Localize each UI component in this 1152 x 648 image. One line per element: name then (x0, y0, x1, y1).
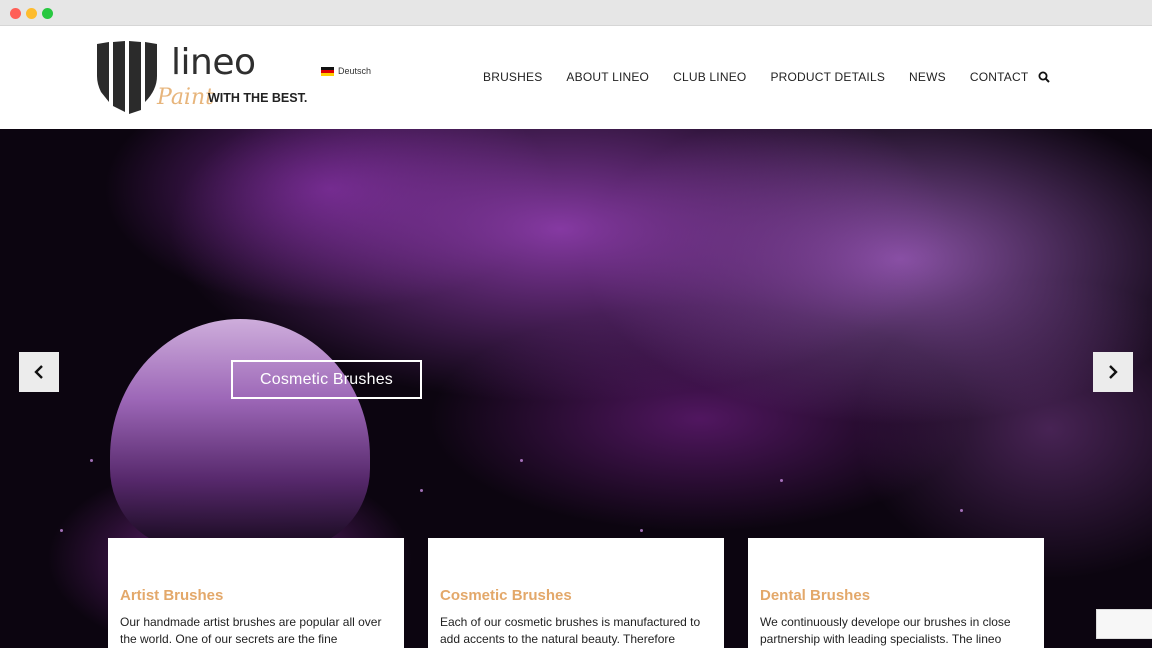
site-header: lineo Paint WITH THE BEST. Deutsch BRUSH… (0, 26, 1152, 129)
card-title: Artist Brushes (120, 587, 224, 604)
chevron-left-icon (34, 365, 43, 379)
chevron-right-icon (1109, 365, 1118, 379)
card-title: Dental Brushes (760, 587, 871, 604)
card-text: Each of our cosmetic brushes is manufact… (440, 615, 701, 646)
brush-image (110, 319, 370, 549)
german-flag-icon (321, 66, 334, 76)
logo-paint-script: Paint (157, 85, 214, 110)
card-title: Cosmetic Brushes (440, 587, 572, 604)
powder-particle (420, 489, 423, 492)
card-text: We continuously develope our brushes in … (760, 615, 1011, 646)
dental-brushes-card[interactable]: Dental Brushes We continuously develope … (748, 538, 1044, 648)
search-icon[interactable] (1038, 71, 1050, 83)
nav-brushes[interactable]: BRUSHES (483, 70, 542, 84)
nav-about-lineo[interactable]: ABOUT LINEO (566, 70, 649, 84)
nav-contact[interactable]: CONTACT (970, 70, 1029, 84)
powder-particle (90, 459, 93, 462)
hero-slider: Cosmetic Brushes Artist Brushes Our hand… (0, 129, 1152, 648)
logo-wordmark: lineo (171, 42, 256, 83)
nav-club-lineo[interactable]: CLUB LINEO (673, 70, 746, 84)
powder-particle (780, 479, 783, 482)
logo-tagline: WITH THE BEST. (208, 91, 308, 105)
nav-product-details[interactable]: PRODUCT DETAILS (770, 70, 885, 84)
artist-brushes-card[interactable]: Artist Brushes Our handmade artist brush… (108, 538, 404, 648)
card-text: Our handmade artist brushes are popular … (120, 615, 382, 646)
shield-stripes-icon (97, 41, 157, 114)
recaptcha-badge[interactable] (1096, 609, 1152, 639)
cosmetic-brushes-card[interactable]: Cosmetic Brushes Each of our cosmetic br… (428, 538, 724, 648)
powder-particle (60, 529, 63, 532)
browser-titlebar (0, 0, 1152, 26)
window-close-button[interactable] (10, 8, 21, 19)
powder-particle (520, 459, 523, 462)
slider-next-button[interactable] (1093, 352, 1133, 392)
window-minimize-button[interactable] (26, 8, 37, 19)
powder-particle (640, 529, 643, 532)
window-zoom-button[interactable] (42, 8, 53, 19)
powder-particle (960, 509, 963, 512)
main-nav: BRUSHES ABOUT LINEO CLUB LINEO PRODUCT D… (483, 70, 1052, 84)
lineo-logo[interactable]: lineo Paint WITH THE BEST. (95, 40, 310, 116)
language-switcher[interactable]: Deutsch (321, 66, 371, 76)
slide-caption-button[interactable]: Cosmetic Brushes (231, 360, 422, 399)
slider-prev-button[interactable] (19, 352, 59, 392)
nav-news[interactable]: NEWS (909, 70, 946, 84)
language-label: Deutsch (338, 66, 372, 76)
